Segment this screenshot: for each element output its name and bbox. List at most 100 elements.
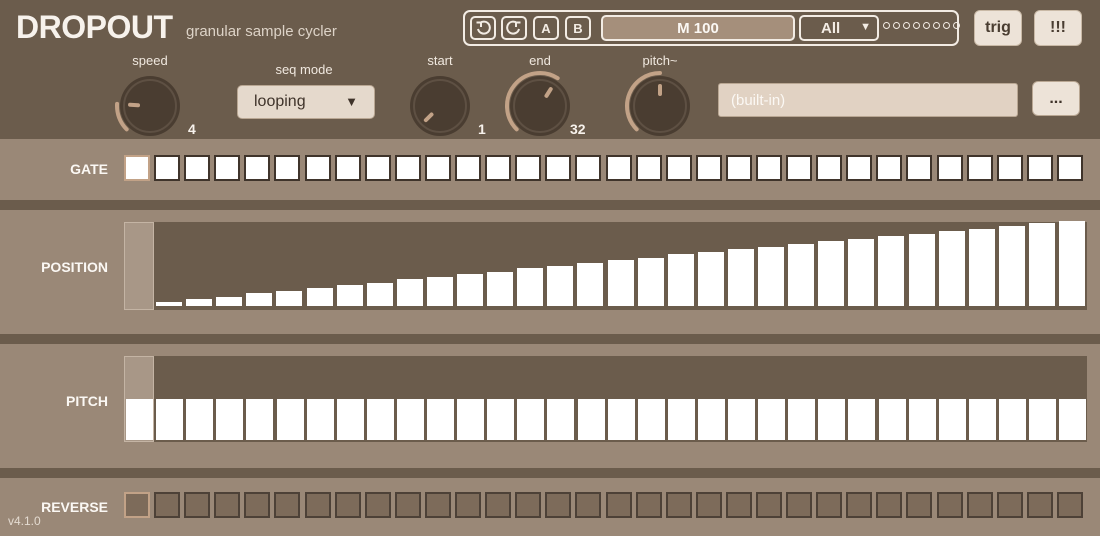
- gate-step[interactable]: [575, 155, 602, 181]
- pitch-step-bar[interactable]: [186, 399, 214, 440]
- pitch-step-bar[interactable]: [908, 399, 936, 440]
- reverse-step[interactable]: [575, 492, 602, 518]
- gate-step[interactable]: [936, 155, 963, 181]
- reverse-step[interactable]: [154, 492, 181, 518]
- reverse-step[interactable]: [274, 492, 301, 518]
- position-step-bar[interactable]: [1059, 221, 1085, 306]
- pitch-step-bar[interactable]: [938, 399, 966, 440]
- gate-step[interactable]: [515, 155, 542, 181]
- reverse-step[interactable]: [996, 492, 1023, 518]
- gate-step[interactable]: [846, 155, 873, 181]
- reverse-step[interactable]: [545, 492, 572, 518]
- preset-slot-dot[interactable]: [923, 22, 930, 29]
- preset-name-display[interactable]: M 100: [601, 15, 795, 41]
- gate-step[interactable]: [635, 155, 662, 181]
- reverse-step[interactable]: [635, 492, 662, 518]
- gate-step[interactable]: [545, 155, 572, 181]
- pitch-step-bar[interactable]: [998, 399, 1026, 440]
- gate-step[interactable]: [876, 155, 903, 181]
- trig-button[interactable]: trig: [974, 10, 1022, 46]
- gate-step[interactable]: [394, 155, 421, 181]
- reverse-step[interactable]: [515, 492, 542, 518]
- position-step-bar[interactable]: [998, 226, 1025, 306]
- position-step-bar[interactable]: [306, 288, 333, 306]
- scope-select[interactable]: All ▼: [799, 15, 879, 41]
- gate-step[interactable]: [124, 155, 150, 181]
- position-step-bar[interactable]: [908, 234, 935, 306]
- position-step-bar[interactable]: [818, 241, 845, 306]
- gate-step[interactable]: [816, 155, 843, 181]
- position-step-bar[interactable]: [156, 302, 182, 306]
- reverse-step[interactable]: [755, 492, 782, 518]
- position-step-bar[interactable]: [1028, 223, 1055, 306]
- gate-step[interactable]: [455, 155, 482, 181]
- reverse-step[interactable]: [184, 492, 211, 518]
- pitch-step-bar[interactable]: [366, 399, 394, 440]
- position-step-bar[interactable]: [637, 258, 664, 306]
- position-step-bar[interactable]: [547, 266, 574, 306]
- pitch-step-bar[interactable]: [637, 399, 665, 440]
- pitch-step-bar[interactable]: [878, 399, 906, 440]
- panic-button[interactable]: !!!: [1034, 10, 1082, 46]
- position-step-bar[interactable]: [426, 277, 453, 306]
- gate-step[interactable]: [244, 155, 271, 181]
- pitch-step-bar[interactable]: [607, 399, 635, 440]
- browse-sample-button[interactable]: ...: [1032, 81, 1080, 116]
- reverse-step[interactable]: [214, 492, 241, 518]
- pitch-step-bar[interactable]: [487, 399, 515, 440]
- position-step-bar[interactable]: [246, 293, 273, 306]
- position-step-bar[interactable]: [938, 231, 965, 306]
- reverse-step[interactable]: [424, 492, 451, 518]
- preset-slot-dot[interactable]: [943, 22, 950, 29]
- preset-slot-dot[interactable]: [913, 22, 920, 29]
- gate-step[interactable]: [755, 155, 782, 181]
- reverse-step[interactable]: [455, 492, 482, 518]
- position-step-bar[interactable]: [788, 244, 815, 306]
- position-step-bar[interactable]: [487, 272, 514, 306]
- gate-step[interactable]: [996, 155, 1023, 181]
- preset-slot-dot[interactable]: [903, 22, 910, 29]
- pitch-step-bar[interactable]: [728, 399, 755, 440]
- reverse-step[interactable]: [394, 492, 421, 518]
- preset-slot-dot[interactable]: [893, 22, 900, 29]
- position-step-bar[interactable]: [848, 239, 875, 306]
- pitch-step-bar[interactable]: [1059, 399, 1087, 440]
- reverse-step[interactable]: [695, 492, 722, 518]
- gate-step[interactable]: [364, 155, 391, 181]
- pitch-step-bar[interactable]: [457, 399, 485, 440]
- reverse-step[interactable]: [876, 492, 903, 518]
- reverse-step[interactable]: [1026, 492, 1053, 518]
- reverse-step[interactable]: [485, 492, 512, 518]
- reverse-step[interactable]: [816, 492, 843, 518]
- pitch-step-bar[interactable]: [126, 399, 153, 440]
- position-step-bar[interactable]: [667, 254, 694, 306]
- redo-button[interactable]: [501, 16, 527, 40]
- seq-mode-select[interactable]: looping ▼: [237, 85, 375, 119]
- pitch-step-bar[interactable]: [1029, 399, 1056, 440]
- gate-step[interactable]: [334, 155, 361, 181]
- reverse-step[interactable]: [334, 492, 361, 518]
- position-step-bar[interactable]: [607, 260, 634, 306]
- position-step-bar[interactable]: [758, 247, 784, 306]
- gate-step[interactable]: [1056, 155, 1083, 181]
- gate-step[interactable]: [966, 155, 993, 181]
- gate-step[interactable]: [695, 155, 722, 181]
- position-step-bar[interactable]: [968, 229, 995, 306]
- pitch-step-bar[interactable]: [306, 399, 334, 440]
- pitch-step-bar[interactable]: [968, 399, 996, 440]
- gate-step[interactable]: [274, 155, 301, 181]
- pitch-step-bar[interactable]: [667, 399, 695, 440]
- gate-step[interactable]: [424, 155, 451, 181]
- pitch-step-bar[interactable]: [758, 399, 786, 440]
- position-step-bar[interactable]: [396, 279, 423, 306]
- reverse-step[interactable]: [304, 492, 331, 518]
- position-step-bar[interactable]: [577, 263, 604, 306]
- pitch-step-bar[interactable]: [156, 399, 184, 440]
- position-step-bar[interactable]: [878, 236, 905, 306]
- pitch-step-bar[interactable]: [276, 399, 304, 440]
- gate-step[interactable]: [304, 155, 331, 181]
- reverse-step[interactable]: [605, 492, 632, 518]
- preset-b-button[interactable]: B: [565, 16, 591, 40]
- pitch-step-bar[interactable]: [848, 399, 876, 440]
- sample-path-field[interactable]: (built-in): [718, 83, 1018, 117]
